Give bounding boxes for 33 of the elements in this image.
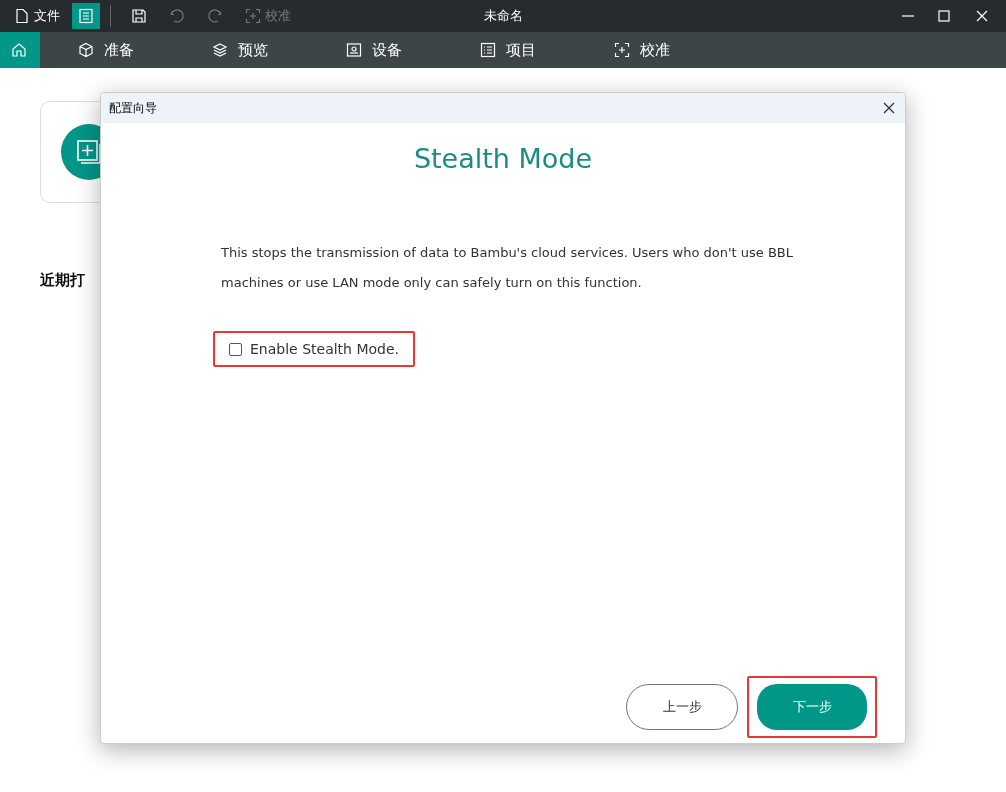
- minimize-icon: [902, 15, 914, 17]
- document-icon: [14, 8, 30, 24]
- stealth-checkbox[interactable]: [229, 342, 242, 356]
- nav-tab[interactable]: 校准: [576, 32, 670, 68]
- back-button[interactable]: 上一步: [626, 684, 738, 730]
- file-menu[interactable]: 文件: [8, 3, 66, 29]
- next-button[interactable]: 下一步: [757, 684, 867, 730]
- maximize-icon: [936, 8, 952, 24]
- calibrate-icon: [245, 8, 261, 24]
- save-icon: [131, 8, 147, 24]
- cube-icon: [78, 42, 94, 58]
- dialog-title: 配置向导: [109, 99, 157, 117]
- calibrate-icon: [614, 42, 630, 58]
- checkbox-label[interactable]: Enable Stealth Mode.: [250, 341, 399, 357]
- redo-icon: [207, 8, 223, 24]
- list-icon: [78, 8, 94, 24]
- monitor-icon: [346, 42, 362, 58]
- layers-icon: [212, 42, 228, 58]
- window-title: 未命名: [483, 7, 523, 25]
- nav-tab[interactable]: 预览: [174, 32, 268, 68]
- nav-tab[interactable]: 准备: [40, 32, 134, 68]
- home-icon: [11, 42, 27, 58]
- undo-icon: [169, 8, 185, 24]
- description-text: This stops the transmission of data to Bambu's cloud services. Users who don't use BBL machines or use LAN mode only can safely turn on this function.: [221, 244, 794, 292]
- list-icon: [480, 42, 496, 58]
- nav-tab[interactable]: 项目: [442, 32, 536, 68]
- menu-button[interactable]: [72, 3, 100, 29]
- close-icon: [883, 102, 895, 114]
- close-icon: [974, 8, 990, 24]
- section-heading: 近期打: [40, 271, 85, 290]
- close-button[interactable]: [881, 100, 897, 116]
- nav-tab[interactable]: 设备: [308, 32, 402, 68]
- dialog-heading: Stealth Mode: [412, 143, 594, 174]
